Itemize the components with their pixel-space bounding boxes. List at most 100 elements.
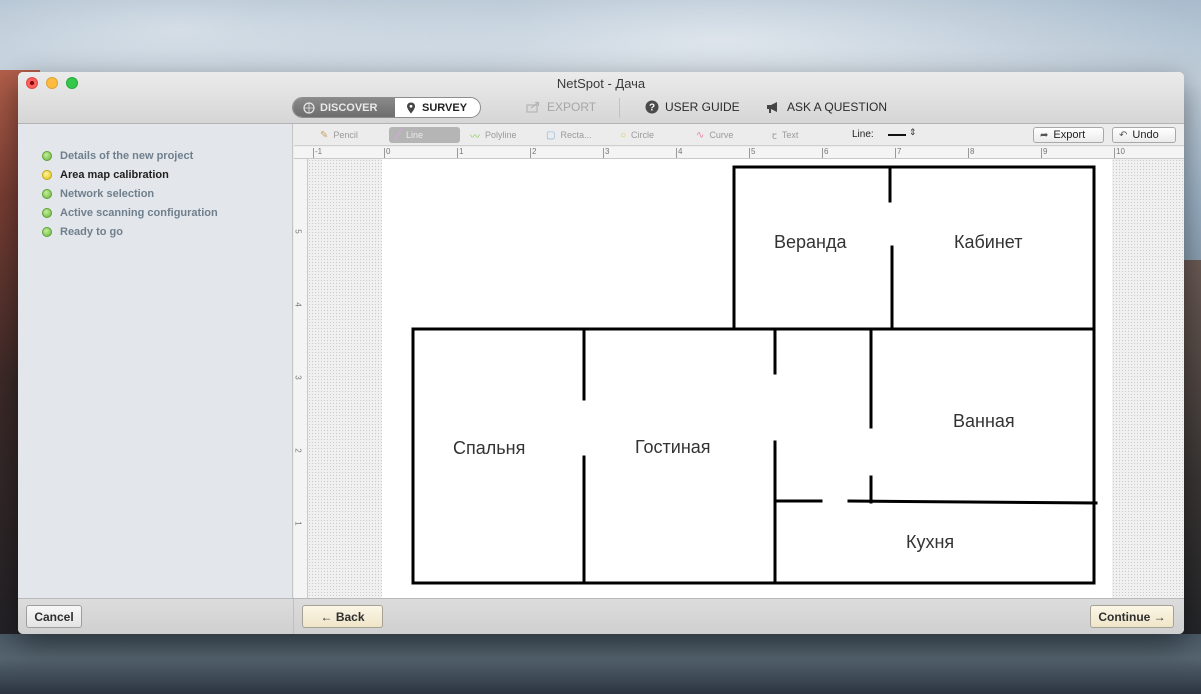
wizard-sidebar: Details of the new project Area map cali…: [18, 124, 293, 598]
undo-button[interactable]: ↶ Undo: [1112, 127, 1176, 143]
ruler-tick: 4: [675, 147, 683, 158]
line-tool[interactable]: ╱ Line: [389, 127, 460, 143]
ruler-tick: 0: [383, 147, 391, 158]
stepper-arrows-icon[interactable]: ⇕: [909, 127, 917, 138]
line-icon: ╱: [395, 129, 402, 141]
horizontal-ruler: -1 0 1 2 3 4 5 6 7 8 9 10: [294, 147, 1184, 159]
step-label: Active scanning configuration: [60, 206, 218, 219]
step-ready[interactable]: Ready to go: [42, 222, 218, 241]
bottom-bar: Cancel ← Back Continue →: [18, 598, 1184, 634]
ruler-tick: 5: [293, 229, 303, 234]
pencil-tool[interactable]: ✎ Pencil: [314, 127, 364, 143]
line-width-swatch[interactable]: [888, 134, 906, 136]
undo-icon: ↶: [1119, 129, 1128, 141]
pencil-tool-label: Pencil: [333, 130, 358, 140]
step-area-map-calibration[interactable]: Area map calibration: [42, 165, 218, 184]
ruler-tick: 1: [293, 521, 303, 526]
ruler-tick: 8: [967, 147, 975, 158]
step-status-current-icon: [42, 169, 52, 180]
cancel-button[interactable]: Cancel: [26, 605, 82, 628]
mode-segmented-control: DISCOVER SURVEY: [292, 97, 481, 118]
curve-tool-label: Curve: [709, 130, 734, 140]
ruler-tick: 4: [293, 302, 303, 307]
user-guide-button[interactable]: ? USER GUIDE: [645, 100, 740, 114]
share-export-icon: [526, 101, 540, 113]
line-tool-label: Line: [406, 130, 424, 140]
export-arrow-icon: ➦: [1040, 129, 1049, 141]
ruler-tick: 3: [602, 147, 610, 158]
ruler-tick: 3: [293, 375, 303, 380]
polyline-icon: 〰: [470, 131, 480, 143]
circle-icon: ○: [620, 129, 627, 141]
room-label-kitchen: Кухня: [906, 532, 954, 552]
step-active-scanning[interactable]: Active scanning configuration: [42, 203, 218, 222]
step-status-done-icon: [42, 207, 52, 218]
back-button[interactable]: ← Back: [302, 605, 383, 628]
rectangle-tool[interactable]: ▢ Recta...: [540, 127, 597, 143]
help-icon: ?: [645, 100, 659, 114]
wizard-steps-list: Details of the new project Area map cali…: [42, 146, 218, 241]
room-label-cabinet: Кабинет: [954, 232, 1022, 252]
desktop-bottom: [0, 634, 1201, 694]
step-label: Network selection: [60, 187, 155, 200]
room-label-bathroom: Ванная: [953, 411, 1015, 431]
ask-question-label: ASK A QUESTION: [787, 100, 888, 114]
ruler-tick: 5: [748, 147, 756, 158]
wall: [847, 499, 1098, 505]
curve-tool[interactable]: ∿ Curve: [690, 127, 739, 143]
titlebar: NetSpot - Дача DISCOVER SURVEY EXPORT ? …: [18, 72, 1184, 124]
step-details[interactable]: Details of the new project: [42, 146, 218, 165]
step-label: Ready to go: [60, 225, 123, 238]
window-title: NetSpot - Дача: [556, 76, 646, 91]
export-toolbar-button[interactable]: EXPORT: [526, 100, 596, 114]
pencil-icon: ✎: [320, 129, 329, 141]
megaphone-icon: [767, 101, 777, 113]
ruler-tick: -1: [312, 147, 323, 158]
polyline-tool[interactable]: 〰 Polyline: [464, 127, 523, 143]
ruler-tick: 1: [456, 147, 464, 158]
canvas-margin-right: [1112, 159, 1184, 598]
ruler-tick: 6: [821, 147, 829, 158]
map-canvas[interactable]: -1 0 1 2 3 4 5 6 7 8 9 10 5 4 3 2 1 Вера…: [294, 147, 1184, 598]
step-label: Area map calibration: [60, 168, 169, 181]
svg-text:?: ?: [649, 103, 655, 114]
circle-tool-label: Circle: [631, 130, 655, 140]
rectangle-icon: ▢: [546, 129, 556, 141]
app-window: NetSpot - Дача DISCOVER SURVEY EXPORT ? …: [18, 72, 1184, 634]
user-guide-label: USER GUIDE: [665, 100, 740, 114]
text-tool[interactable]: ꞇ Text: [766, 127, 804, 143]
survey-mode-label: SURVEY: [422, 101, 468, 114]
room-label-bedroom: Спальня: [453, 438, 525, 458]
curve-icon: ∿: [696, 129, 705, 141]
survey-mode-button[interactable]: SURVEY: [395, 98, 480, 117]
continue-button[interactable]: Continue →: [1090, 605, 1174, 628]
text-icon: ꞇ: [772, 131, 777, 142]
floor-plan: Веранда Кабинет Спальня Гостиная Ванная …: [411, 165, 1098, 585]
step-label: Details of the new project: [60, 149, 194, 162]
step-status-done-icon: [42, 150, 52, 161]
export-drawing-label: Export: [1053, 129, 1086, 141]
drawing-toolbar: ✎ Pencil ╱ Line 〰 Polyline ▢ Recta... ○ …: [294, 124, 1184, 146]
circle-tool[interactable]: ○ Circle: [614, 127, 660, 143]
vertical-ruler: 5 4 3 2 1: [294, 159, 308, 598]
room-label-veranda: Веранда: [774, 232, 847, 252]
canvas-margin-left: [308, 159, 382, 598]
ruler-tick: 2: [293, 448, 303, 453]
export-drawing-button[interactable]: ➦ Export: [1033, 127, 1104, 143]
bottom-separator: [293, 599, 294, 634]
rectangle-tool-label: Recta...: [560, 130, 592, 140]
ask-question-button[interactable]: ASK A QUESTION: [766, 100, 887, 114]
undo-label: Undo: [1132, 129, 1159, 141]
step-status-done-icon: [42, 188, 52, 199]
polyline-tool-label: Polyline: [485, 130, 517, 140]
ruler-tick: 10: [1114, 147, 1125, 158]
room-label-living: Гостиная: [635, 437, 711, 457]
ruler-tick: 2: [529, 147, 537, 158]
discover-mode-button[interactable]: DISCOVER: [293, 98, 395, 117]
ruler-tick: 9: [1040, 147, 1048, 158]
ruler-tick: 7: [894, 147, 902, 158]
step-network-selection[interactable]: Network selection: [42, 184, 218, 203]
export-toolbar-label: EXPORT: [547, 100, 597, 114]
compass-icon: [303, 101, 315, 114]
discover-mode-label: DISCOVER: [320, 101, 378, 114]
